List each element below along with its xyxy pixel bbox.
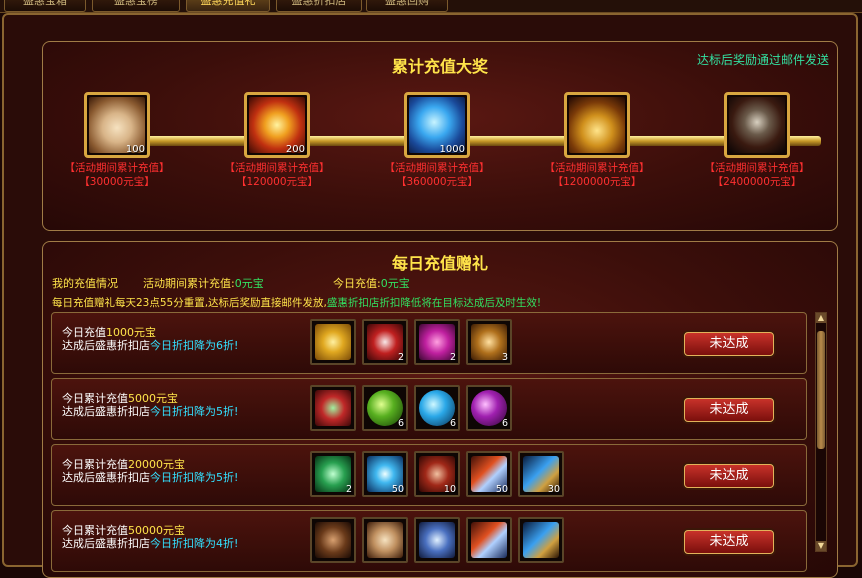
blue-potion-icon bbox=[523, 522, 559, 558]
reward-slot[interactable] bbox=[362, 517, 408, 563]
reward-slot[interactable] bbox=[310, 517, 356, 563]
daily-title: 每日充值赠礼 bbox=[391, 254, 488, 273]
pouch-icon bbox=[367, 522, 403, 558]
tier-list-scrollbar[interactable]: ▲ ▼ bbox=[815, 312, 827, 552]
milestone-1: 100 【活动期间累计充值】 【30000元宝】 bbox=[33, 92, 201, 189]
tab-discount-shop[interactable]: 盛惠折扣店 bbox=[276, 0, 362, 12]
reward-slot[interactable]: 50 bbox=[362, 451, 408, 497]
main-window: 累计充值大奖 达标后奖励通过邮件发送 100 【活动期间累计充值】 【30000… bbox=[2, 13, 858, 578]
reward-slot[interactable]: 6 bbox=[414, 385, 460, 431]
period-recharge-label: 活动期间累计充值:0元宝 bbox=[143, 277, 264, 290]
milestone-reward-slot[interactable] bbox=[564, 92, 630, 158]
reward-slot[interactable]: 10 bbox=[414, 451, 460, 497]
wooden-box-icon bbox=[315, 522, 351, 558]
milestone-reward-slot[interactable]: 200 bbox=[244, 92, 310, 158]
mail-delivery-note: 达标后奖励通过邮件发送 bbox=[696, 53, 829, 67]
tier-row-2: 今日累计充值5000元宝 达成后盛惠折扣店今日折扣降为5折! 6 6 6 未达成 bbox=[51, 378, 807, 440]
reward-slot[interactable] bbox=[518, 517, 564, 563]
milestone-3: 1000 【活动期间累计充值】 【360000元宝】 bbox=[353, 92, 521, 189]
tier-row-1: 今日充值1000元宝 达成后盛惠折扣店今日折扣降为6折! 2 2 3 未达成 bbox=[51, 312, 807, 374]
tier-row-3: 今日累计充值20000元宝 达成后盛惠折扣店今日折扣降为5折! 2 50 10 5… bbox=[51, 444, 807, 506]
my-recharge-label: 我的充值情况 bbox=[52, 277, 118, 290]
tab-bar: 盛惠宝箱 盛惠宝榜 盛惠充值礼 盛惠折扣店 盛惠回购 bbox=[0, 0, 862, 13]
reward-slot[interactable]: 2 bbox=[310, 451, 356, 497]
tab-recharge-gift[interactable]: 盛惠充值礼 bbox=[186, 0, 270, 12]
scroll-down-icon[interactable]: ▼ bbox=[816, 541, 826, 551]
golden-bell-icon bbox=[569, 97, 625, 153]
milestone-reward-slot[interactable]: 100 bbox=[84, 92, 150, 158]
milestone-5: 【活动期间累计充值】 【2400000元宝】 bbox=[673, 92, 841, 189]
reward-slot[interactable]: 6 bbox=[362, 385, 408, 431]
claim-button[interactable]: 未达成 bbox=[684, 398, 774, 422]
gold-ingots-icon bbox=[315, 324, 351, 360]
tab-treasure-box[interactable]: 盛惠宝箱 bbox=[4, 0, 86, 12]
reward-slot[interactable]: 2 bbox=[362, 319, 408, 365]
accumulated-reward-panel: 累计充值大奖 达标后奖励通过邮件发送 100 【活动期间累计充值】 【30000… bbox=[42, 41, 838, 231]
period-recharge-value: 0元宝 bbox=[234, 277, 264, 290]
reward-slot[interactable] bbox=[414, 517, 460, 563]
tab-ranking[interactable]: 盛惠宝榜 bbox=[92, 0, 180, 12]
reward-slot[interactable]: 50 bbox=[466, 451, 512, 497]
blue-wreath-icon bbox=[419, 522, 455, 558]
reward-slot[interactable]: 30 bbox=[518, 451, 564, 497]
claim-button[interactable]: 未达成 bbox=[684, 530, 774, 554]
claim-button[interactable]: 未达成 bbox=[684, 332, 774, 356]
milestone-reward-slot[interactable] bbox=[724, 92, 790, 158]
tier-row-4: 今日累计充值50000元宝 达成后盛惠折扣店今日折扣降为4折! 未达成 bbox=[51, 510, 807, 572]
dark-armor-icon bbox=[729, 97, 785, 153]
reward-slot[interactable] bbox=[310, 319, 356, 365]
today-recharge-value: 0元宝 bbox=[380, 277, 410, 290]
today-recharge-label: 今日充值:0元宝 bbox=[333, 277, 410, 290]
milestone-4: 【活动期间累计充值】 【1200000元宝】 bbox=[513, 92, 681, 189]
claim-button[interactable]: 未达成 bbox=[684, 464, 774, 488]
reset-notice: 每日充值赠礼每天23点55分重置,达标后奖励直接邮件发放,盛惠折扣店折扣降低将在… bbox=[52, 297, 542, 309]
tab-buyback[interactable]: 盛惠回购 bbox=[366, 0, 448, 12]
red-potion-icon bbox=[471, 522, 507, 558]
milestone-reward-slot[interactable]: 1000 bbox=[404, 92, 470, 158]
reward-slot[interactable]: 6 bbox=[466, 385, 512, 431]
reward-slot[interactable] bbox=[310, 385, 356, 431]
daily-gift-panel: 每日充值赠礼 我的充值情况 活动期间累计充值:0元宝 今日充值:0元宝 每日充值… bbox=[42, 241, 838, 578]
milestone-2: 200 【活动期间累计充值】 【120000元宝】 bbox=[193, 92, 361, 189]
jewel-chest-icon bbox=[315, 390, 351, 426]
daily-tier-list: 今日充值1000元宝 达成后盛惠折扣店今日折扣降为6折! 2 2 3 未达成 今日… bbox=[51, 312, 817, 574]
scroll-up-icon[interactable]: ▲ bbox=[816, 313, 826, 323]
reward-slot[interactable] bbox=[466, 517, 512, 563]
scroll-thumb[interactable] bbox=[817, 331, 825, 449]
reward-slot[interactable]: 3 bbox=[466, 319, 512, 365]
reward-slot[interactable]: 2 bbox=[414, 319, 460, 365]
